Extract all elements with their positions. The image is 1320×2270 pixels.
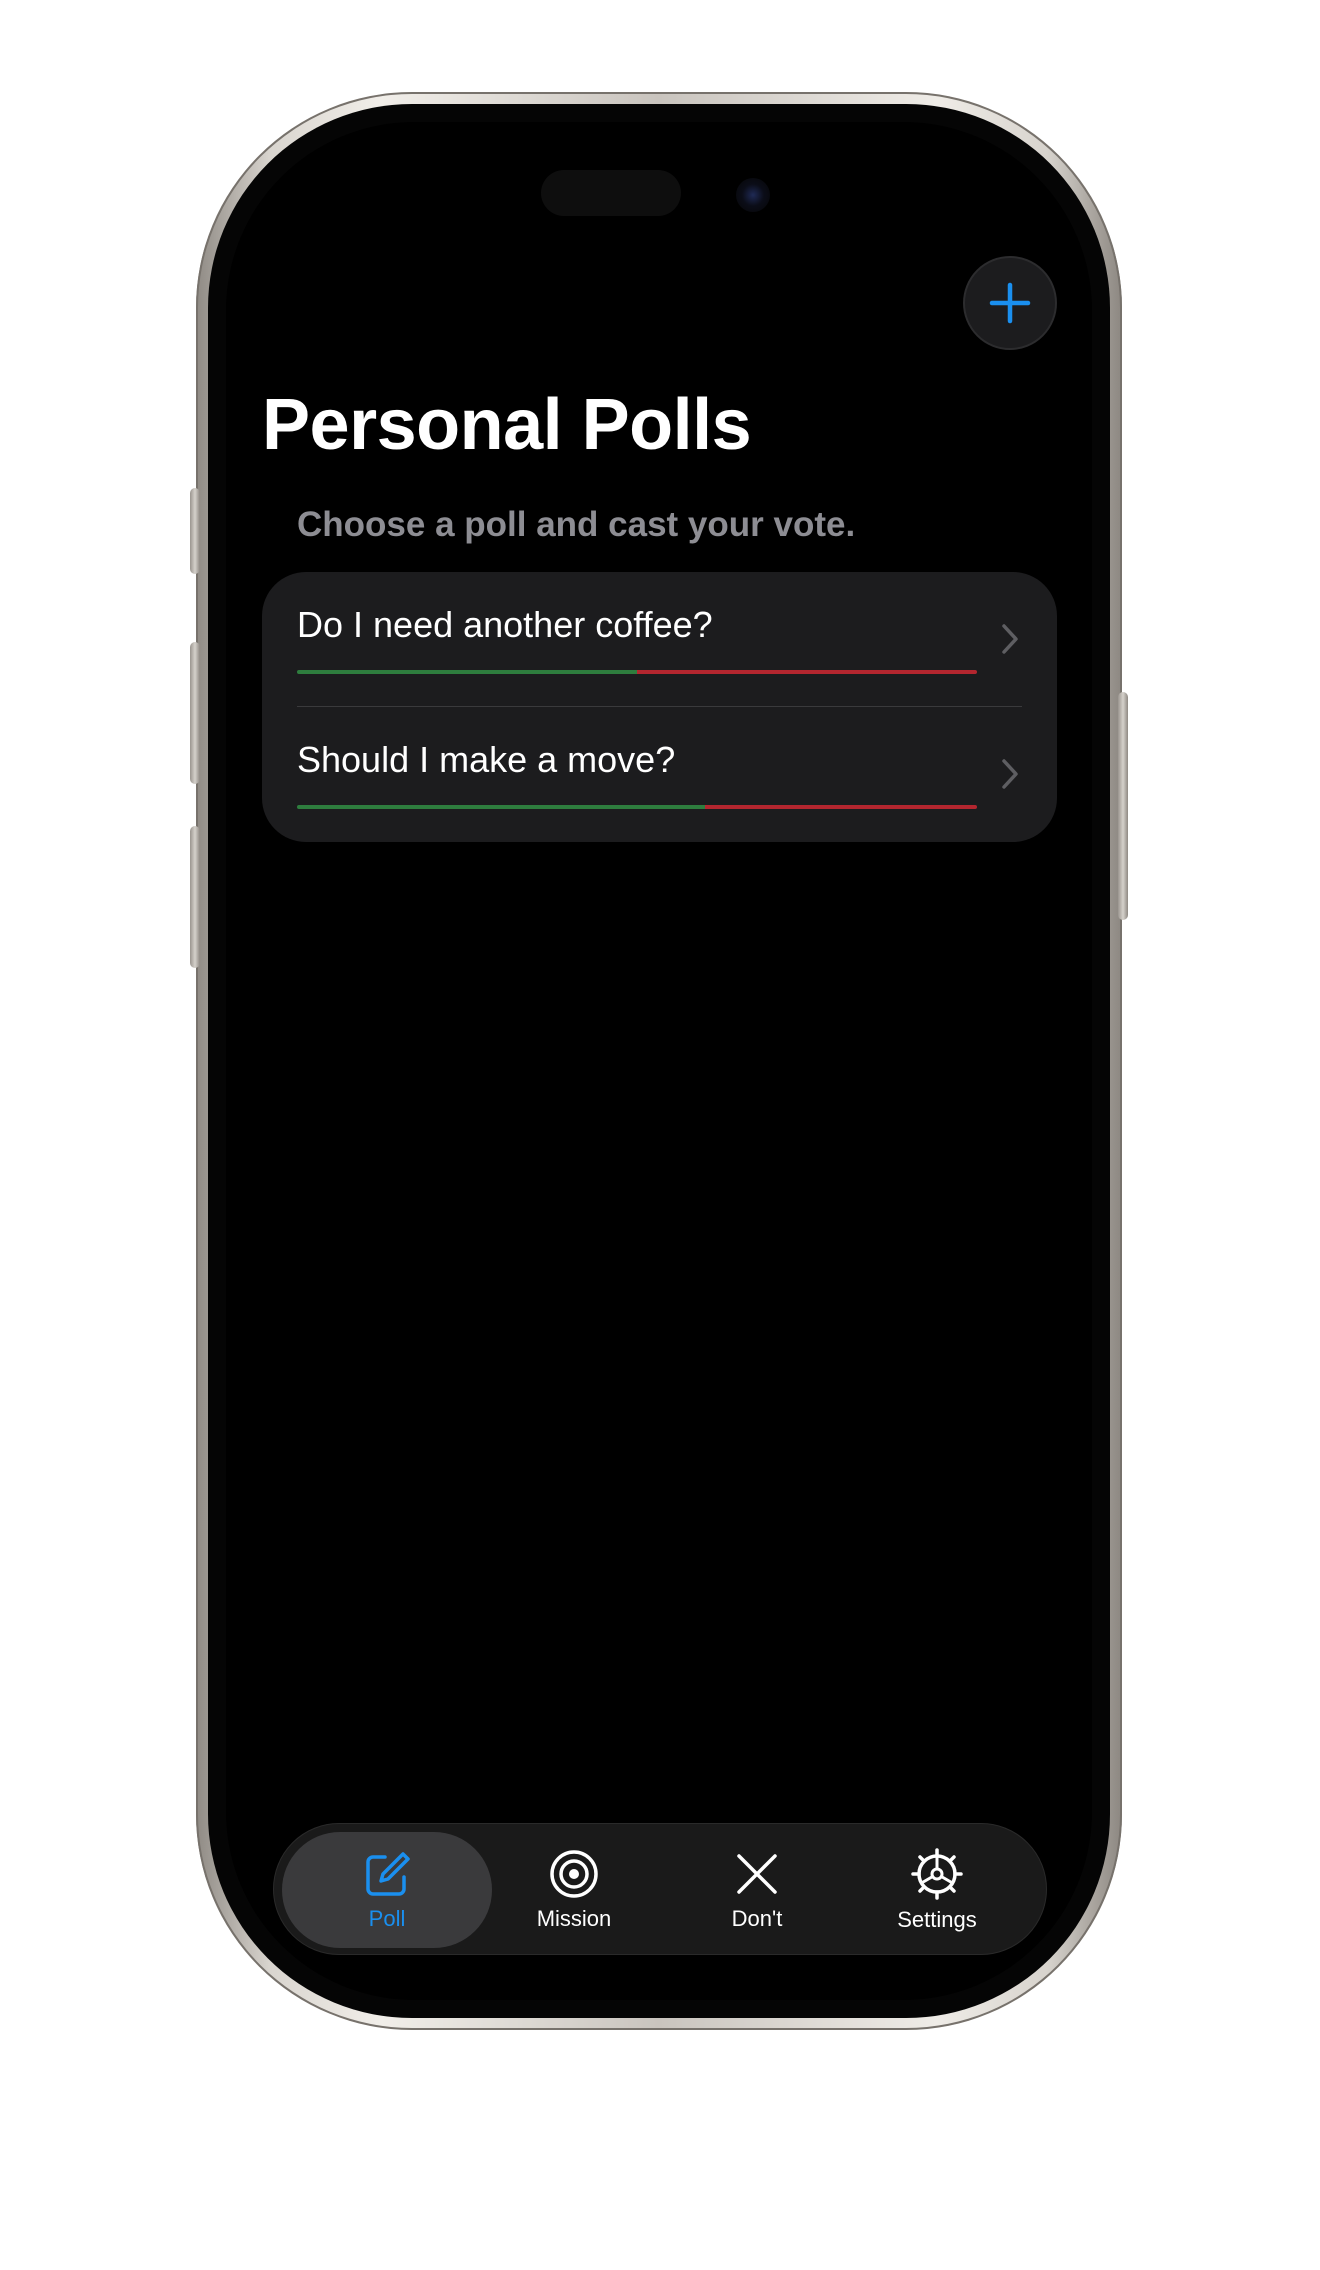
tab-dont[interactable]: Don't bbox=[652, 1832, 862, 1948]
poll-list: Do I need another coffee? Should I make … bbox=[262, 572, 1057, 842]
tab-label: Settings bbox=[897, 1907, 977, 1932]
vote-yes-fill bbox=[297, 670, 637, 674]
camera-lens bbox=[736, 178, 770, 212]
tab-label: Poll bbox=[368, 1906, 406, 1931]
vote-no-fill bbox=[637, 670, 977, 674]
poll-question: Should I make a move? bbox=[297, 739, 676, 780]
vote-ratio-bar bbox=[297, 805, 977, 809]
dynamic-island bbox=[541, 170, 681, 216]
tab-poll[interactable]: Poll bbox=[282, 1832, 492, 1948]
chevron-right-icon bbox=[1002, 759, 1018, 789]
gear-icon bbox=[911, 1848, 963, 1900]
target-icon bbox=[550, 1850, 598, 1898]
power-button bbox=[1118, 692, 1128, 920]
poll-row-move[interactable]: Should I make a move? bbox=[262, 707, 1057, 842]
vote-yes-fill bbox=[297, 805, 705, 809]
tab-mission[interactable]: Mission bbox=[469, 1832, 679, 1948]
compose-icon bbox=[366, 1852, 410, 1896]
tab-label: Don't bbox=[731, 1906, 783, 1931]
page-subtitle: Choose a poll and cast your vote. bbox=[297, 505, 856, 544]
vote-no-fill bbox=[705, 805, 977, 809]
poll-row-coffee[interactable]: Do I need another coffee? bbox=[262, 572, 1057, 707]
action-button bbox=[190, 488, 200, 574]
chevron-right-icon bbox=[1002, 624, 1018, 654]
tab-settings[interactable]: Settings bbox=[832, 1832, 1042, 1948]
page-title: Personal Polls bbox=[262, 385, 752, 465]
poll-question: Do I need another coffee? bbox=[297, 604, 713, 645]
tab-bar: Poll Mission Don't Settings bbox=[273, 1823, 1047, 1955]
plus-icon bbox=[989, 282, 1031, 324]
add-poll-button[interactable] bbox=[963, 256, 1057, 350]
tab-label: Mission bbox=[536, 1906, 612, 1931]
vote-ratio-bar bbox=[297, 670, 977, 674]
volume-up-button bbox=[190, 642, 200, 784]
volume-down-button bbox=[190, 826, 200, 968]
close-icon bbox=[737, 1854, 777, 1894]
